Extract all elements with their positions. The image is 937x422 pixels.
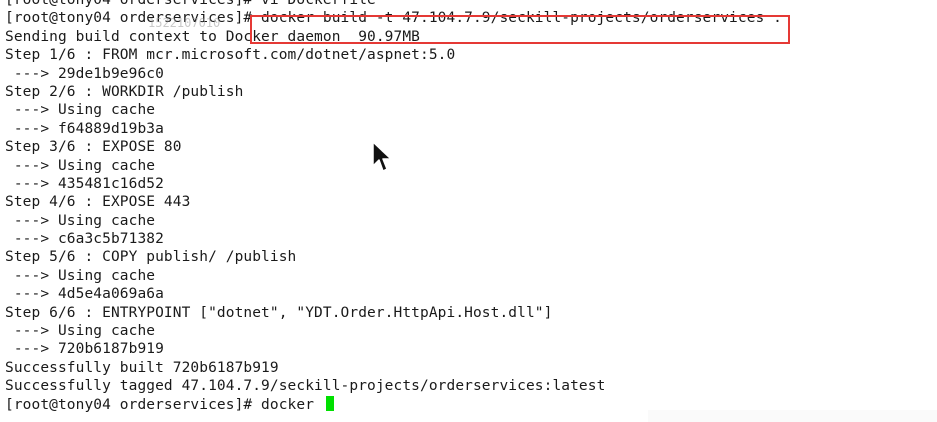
- terminal-output: [root@tony04 orderservices]# vi Dockerfi…: [5, 0, 782, 414]
- mouse-pointer-icon: [372, 141, 392, 172]
- terminal-line: [root@tony04 orderservices]# vi Dockerfi…: [5, 0, 376, 8]
- terminal-line: ---> 29de1b9e96c0: [5, 65, 164, 82]
- terminal-line: ---> 4d5e4a069a6a: [5, 286, 164, 303]
- terminal-line: ---> Using cache: [5, 323, 156, 340]
- terminal-line: ---> Using cache: [5, 157, 156, 174]
- terminal-line: Step 2/6 : WORKDIR /publish: [5, 83, 244, 100]
- terminal-line: Step 1/6 : FROM mcr.microsoft.com/dotnet…: [5, 47, 456, 64]
- terminal-cursor: [325, 395, 334, 411]
- terminal-line: Step 3/6 : EXPOSE 80: [5, 139, 182, 156]
- terminal-line: ---> Using cache: [5, 212, 156, 229]
- terminal-window[interactable]: [root@tony04 orderservices]# vi Dockerfi…: [0, 0, 937, 422]
- terminal-line: Step 5/6 : COPY publish/ /publish: [5, 249, 297, 266]
- command-highlight-box: [250, 15, 790, 44]
- terminal-line: Step 6/6 : ENTRYPOINT ["dotnet", "YDT.Or…: [5, 304, 553, 321]
- terminal-line: ---> Using cache: [5, 102, 156, 119]
- bottom-gutter: [648, 410, 937, 422]
- terminal-line: ---> Using cache: [5, 267, 156, 284]
- watermark: 1522107010: [148, 16, 221, 30]
- terminal-line: ---> 435481c16d52: [5, 175, 164, 192]
- terminal-line: Successfully tagged 47.104.7.9/seckill-p…: [5, 378, 606, 395]
- terminal-prompt-text: [root@tony04 orderservices]# docker: [5, 396, 323, 413]
- terminal-line: ---> f64889d19b3a: [5, 120, 164, 137]
- terminal-line: ---> c6a3c5b71382: [5, 231, 164, 248]
- terminal-line: Successfully built 720b6187b919: [5, 359, 279, 376]
- terminal-line: ---> 720b6187b919: [5, 341, 164, 358]
- terminal-line: Step 4/6 : EXPOSE 443: [5, 194, 191, 211]
